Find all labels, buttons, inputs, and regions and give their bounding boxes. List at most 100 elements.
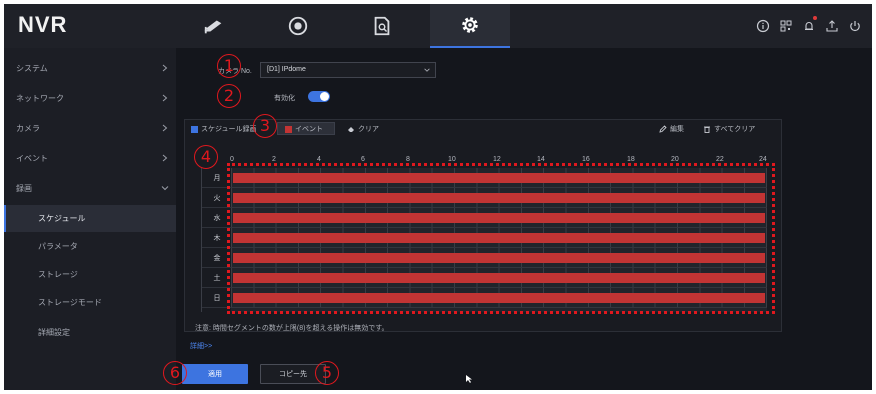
- sidebar-item-schedule[interactable]: スケジュール: [4, 205, 176, 232]
- day-label: 水: [202, 208, 232, 228]
- schedule-row[interactable]: [231, 168, 767, 188]
- sidebar-item-label: イベント: [16, 153, 48, 163]
- sidebar-item-camera[interactable]: カメラ: [4, 116, 176, 140]
- annotation-marker: 4: [194, 145, 218, 169]
- tab-file-search[interactable]: [342, 4, 422, 48]
- tab-configuration[interactable]: [430, 4, 510, 48]
- info-icon[interactable]: [756, 18, 770, 33]
- chevron-right-icon: [162, 124, 168, 132]
- day-label: 金: [202, 248, 232, 268]
- trash-icon: [704, 126, 710, 133]
- annotation-marker: 6: [163, 361, 187, 385]
- upload-icon[interactable]: [825, 18, 839, 32]
- day-label: 月: [202, 168, 232, 188]
- chevron-right-icon: [162, 64, 168, 72]
- mouse-cursor-icon: [466, 375, 472, 383]
- annotation-marker: 3: [253, 114, 277, 138]
- hour-label: 8: [406, 156, 410, 163]
- schedule-grid[interactable]: 0 2 4 6 8 10 12 14 16 18 20 22 24 月 火 水 …: [201, 156, 779, 316]
- apply-button[interactable]: 適用: [182, 364, 248, 384]
- top-right-icons: [756, 16, 862, 33]
- event-time-segment[interactable]: [233, 173, 765, 183]
- camera-icon: [204, 20, 222, 34]
- day-label: 木: [202, 228, 232, 248]
- sidebar-item-storage-mode[interactable]: ストレージモード: [4, 290, 176, 314]
- eraser-icon: [348, 127, 354, 132]
- day-label: 火: [202, 188, 232, 208]
- clear-label: クリア: [358, 126, 379, 133]
- qr-code-icon[interactable]: [779, 18, 793, 32]
- hour-label: 0: [230, 156, 234, 163]
- day-label: 土: [202, 268, 232, 288]
- chevron-down-icon: [161, 186, 169, 191]
- chevron-right-icon: [162, 154, 168, 162]
- pencil-icon: [659, 125, 667, 133]
- sidebar-item-event[interactable]: イベント: [4, 146, 176, 170]
- sidebar-item-label: ストレージモード: [38, 297, 102, 307]
- sidebar-item-advanced-settings[interactable]: 詳細設定: [4, 320, 176, 344]
- sidebar-item-recording[interactable]: 録画: [4, 176, 176, 200]
- edit-button[interactable]: 編集: [659, 124, 684, 134]
- playback-icon: [288, 16, 308, 36]
- event-color-swatch: [285, 125, 292, 133]
- event-time-segment[interactable]: [233, 293, 765, 303]
- nvr-app: NVR システム ネットワーク カメラ イベント 録画 スケジュール パラメータ…: [4, 4, 872, 390]
- sidebar-item-parameters[interactable]: パラメータ: [4, 234, 176, 258]
- enable-toggle[interactable]: [308, 91, 330, 102]
- chevron-right-icon: [162, 94, 168, 102]
- gear-icon: [462, 17, 478, 33]
- camera-select-value: [D1] IPdome: [267, 66, 306, 73]
- advanced-link[interactable]: 詳細>>: [190, 341, 212, 351]
- tab-playback[interactable]: [258, 4, 338, 48]
- clear-button[interactable]: クリア: [347, 124, 379, 134]
- chevron-down-icon: [424, 68, 430, 72]
- schedule-recording-label: スケジュール録画: [201, 126, 257, 133]
- top-navigation-bar: NVR: [4, 4, 872, 48]
- schedule-row[interactable]: [231, 228, 767, 248]
- hour-label: 2: [272, 156, 276, 163]
- hour-label: 6: [361, 156, 365, 163]
- sidebar-item-label: カメラ: [16, 123, 40, 133]
- event-time-segment[interactable]: [233, 233, 765, 243]
- day-label: 日: [202, 288, 232, 308]
- hour-label: 4: [317, 156, 321, 163]
- schedule-row[interactable]: [231, 268, 767, 288]
- power-icon[interactable]: [848, 18, 862, 32]
- hour-label: 14: [537, 156, 545, 163]
- day-axis: 月 火 水 木 金 土 日: [201, 168, 232, 312]
- schedule-panel: スケジュール録画 イベント クリア 編集 すべてクリア 0 2 4 6 8 10…: [184, 119, 782, 332]
- sidebar-item-network[interactable]: ネットワーク: [4, 86, 176, 110]
- clear-all-button[interactable]: すべてクリア: [703, 124, 755, 134]
- sidebar: システム ネットワーク カメラ イベント 録画 スケジュール パラメータ ストレ…: [4, 48, 176, 390]
- event-time-segment[interactable]: [233, 193, 765, 203]
- camera-select[interactable]: [D1] IPdome: [260, 62, 436, 78]
- file-search-icon: [374, 16, 390, 36]
- sidebar-item-system[interactable]: システム: [4, 56, 176, 80]
- hour-label: 24: [759, 156, 767, 163]
- schedule-row[interactable]: [231, 208, 767, 228]
- schedule-color-swatch: [191, 125, 198, 133]
- sidebar-item-label: 詳細設定: [38, 327, 70, 337]
- event-recording-mode[interactable]: イベント: [285, 124, 323, 134]
- sidebar-item-label: スケジュール: [38, 214, 86, 223]
- schedule-row[interactable]: [231, 288, 767, 308]
- annotation-marker: 5: [315, 361, 339, 385]
- sidebar-item-storage[interactable]: ストレージ: [4, 262, 176, 286]
- schedule-row[interactable]: [231, 248, 767, 268]
- schedule-recording-mode[interactable]: スケジュール録画: [191, 124, 257, 134]
- sidebar-item-label: ストレージ: [38, 269, 78, 279]
- sidebar-item-label: ネットワーク: [16, 93, 64, 103]
- tab-live-view[interactable]: [174, 4, 254, 48]
- nvr-logo: NVR: [18, 12, 68, 37]
- schedule-row[interactable]: [231, 188, 767, 208]
- schedule-rows[interactable]: [231, 168, 767, 312]
- sidebar-item-label: システム: [16, 63, 48, 73]
- enable-label: 有効化: [274, 95, 295, 102]
- main-content: カメラ No. [D1] IPdome 有効化 スケジュール録画 イベント クリ…: [176, 48, 872, 390]
- edit-label: 編集: [670, 126, 684, 133]
- event-time-segment[interactable]: [233, 273, 765, 283]
- event-time-segment[interactable]: [233, 253, 765, 263]
- event-time-segment[interactable]: [233, 213, 765, 223]
- bell-icon[interactable]: [802, 16, 817, 32]
- hour-label: 10: [448, 156, 456, 163]
